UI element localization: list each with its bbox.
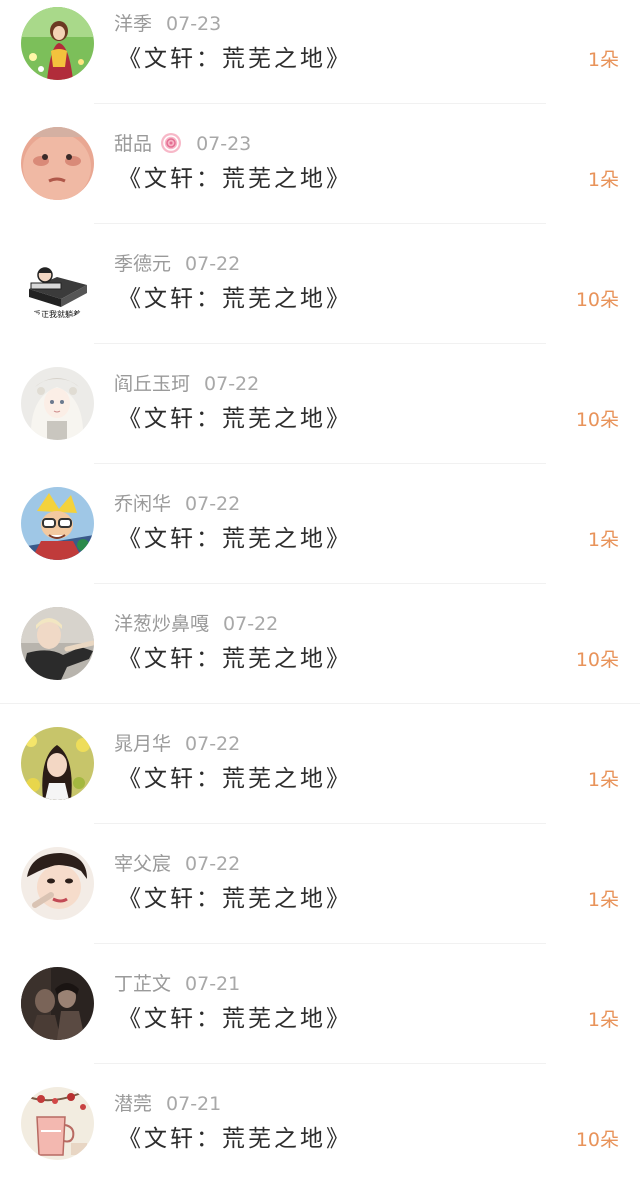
sender-name: 甜品 xyxy=(114,133,153,155)
book-title: 《文轩：荒芜之地》 xyxy=(118,406,352,432)
gift-list: 洋季 07-23 《文轩：荒芜之地》 1朵 甜品 07-23 《文轩：荒芜之地》… xyxy=(0,0,640,1184)
avatar[interactable] xyxy=(21,727,94,800)
avatar[interactable] xyxy=(21,127,94,200)
avatar[interactable] xyxy=(21,847,94,920)
gift-date: 07-22 xyxy=(185,493,241,515)
sender-name: 洋季 xyxy=(114,13,153,35)
sender-name: 乔闲华 xyxy=(114,493,172,515)
gift-date: 07-22 xyxy=(185,733,241,755)
flower-count: 1朵 xyxy=(587,49,619,71)
avatar[interactable] xyxy=(21,607,94,680)
sender-meta: 洋季 07-23 xyxy=(114,12,221,36)
sender-name: 阎丘玉珂 xyxy=(114,373,191,395)
avatar[interactable] xyxy=(21,1087,94,1160)
gift-date: 07-23 xyxy=(166,13,222,35)
sender-name: 丁芷文 xyxy=(114,973,172,995)
gift-date: 07-22 xyxy=(223,613,279,635)
flower-count: 10朵 xyxy=(575,649,619,671)
sender-name: 季德元 xyxy=(114,253,172,275)
book-title: 《文轩：荒芜之地》 xyxy=(118,166,352,192)
list-item[interactable]: 潜莞 07-21 《文轩：荒芜之地》 10朵 xyxy=(0,1064,640,1184)
book-title: 《文轩：荒芜之地》 xyxy=(118,1126,352,1152)
sender-meta: 乔闲华 07-22 xyxy=(114,492,240,516)
gift-date: 07-21 xyxy=(185,973,241,995)
sender-name: 晁月华 xyxy=(114,733,172,755)
book-title: 《文轩：荒芜之地》 xyxy=(118,526,352,552)
sender-meta: 阎丘玉珂 07-22 xyxy=(114,372,259,396)
flower-count: 10朵 xyxy=(575,409,619,431)
sender-name: 宰父宸 xyxy=(114,853,172,875)
list-item[interactable]: 丁芷文 07-21 《文轩：荒芜之地》 1朵 xyxy=(0,944,640,1064)
avatar[interactable] xyxy=(21,487,94,560)
list-item[interactable]: 乔闲华 07-22 《文轩：荒芜之地》 1朵 xyxy=(0,464,640,584)
list-item[interactable]: 晁月华 07-22 《文轩：荒芜之地》 1朵 xyxy=(0,704,640,824)
flower-count: 1朵 xyxy=(587,1009,619,1031)
list-item[interactable]: 反正我就躺着 季德元 07-22 《文轩：荒芜之地》 10朵 xyxy=(0,224,640,344)
gift-date: 07-22 xyxy=(204,373,260,395)
sender-meta: 季德元 07-22 xyxy=(114,252,240,276)
flower-count: 10朵 xyxy=(575,1129,619,1151)
list-item[interactable]: 洋季 07-23 《文轩：荒芜之地》 1朵 xyxy=(0,0,640,104)
flower-count: 1朵 xyxy=(587,529,619,551)
book-title: 《文轩：荒芜之地》 xyxy=(118,886,352,912)
sender-meta: 潜莞 07-21 xyxy=(114,1092,221,1116)
avatar[interactable] xyxy=(21,7,94,80)
flower-count: 10朵 xyxy=(575,289,619,311)
avatar[interactable]: 反正我就躺着 xyxy=(21,247,94,320)
list-item[interactable]: 宰父宸 07-22 《文轩：荒芜之地》 1朵 xyxy=(0,824,640,944)
sender-name: 洋葱炒鼻嘎 xyxy=(114,613,210,635)
avatar[interactable] xyxy=(21,367,94,440)
avatar-caption: 反正我就躺着 xyxy=(33,309,81,319)
book-title: 《文轩：荒芜之地》 xyxy=(118,1006,352,1032)
flower-count: 1朵 xyxy=(587,169,619,191)
flower-count: 1朵 xyxy=(587,889,619,911)
book-title: 《文轩：荒芜之地》 xyxy=(118,286,352,312)
avatar[interactable] xyxy=(21,967,94,1040)
sender-meta: 晁月华 07-22 xyxy=(114,732,240,756)
sender-meta: 洋葱炒鼻嘎 07-22 xyxy=(114,612,278,636)
book-title: 《文轩：荒芜之地》 xyxy=(118,46,352,72)
gift-date: 07-21 xyxy=(166,1093,222,1115)
book-title: 《文轩：荒芜之地》 xyxy=(118,766,352,792)
book-title: 《文轩：荒芜之地》 xyxy=(118,646,352,672)
lollipop-icon xyxy=(161,133,182,153)
gift-date: 07-22 xyxy=(185,253,241,275)
list-item[interactable]: 甜品 07-23 《文轩：荒芜之地》 1朵 xyxy=(0,104,640,224)
gift-date: 07-22 xyxy=(185,853,241,875)
sender-meta: 宰父宸 07-22 xyxy=(114,852,240,876)
list-item[interactable]: 洋葱炒鼻嘎 07-22 《文轩：荒芜之地》 10朵 xyxy=(0,584,640,704)
sender-meta: 甜品 07-23 xyxy=(114,132,251,156)
gift-date: 07-23 xyxy=(196,133,252,155)
sender-meta: 丁芷文 07-21 xyxy=(114,972,240,996)
list-item[interactable]: 阎丘玉珂 07-22 《文轩：荒芜之地》 10朵 xyxy=(0,344,640,464)
flower-count: 1朵 xyxy=(587,769,619,791)
sender-name: 潜莞 xyxy=(114,1093,153,1115)
